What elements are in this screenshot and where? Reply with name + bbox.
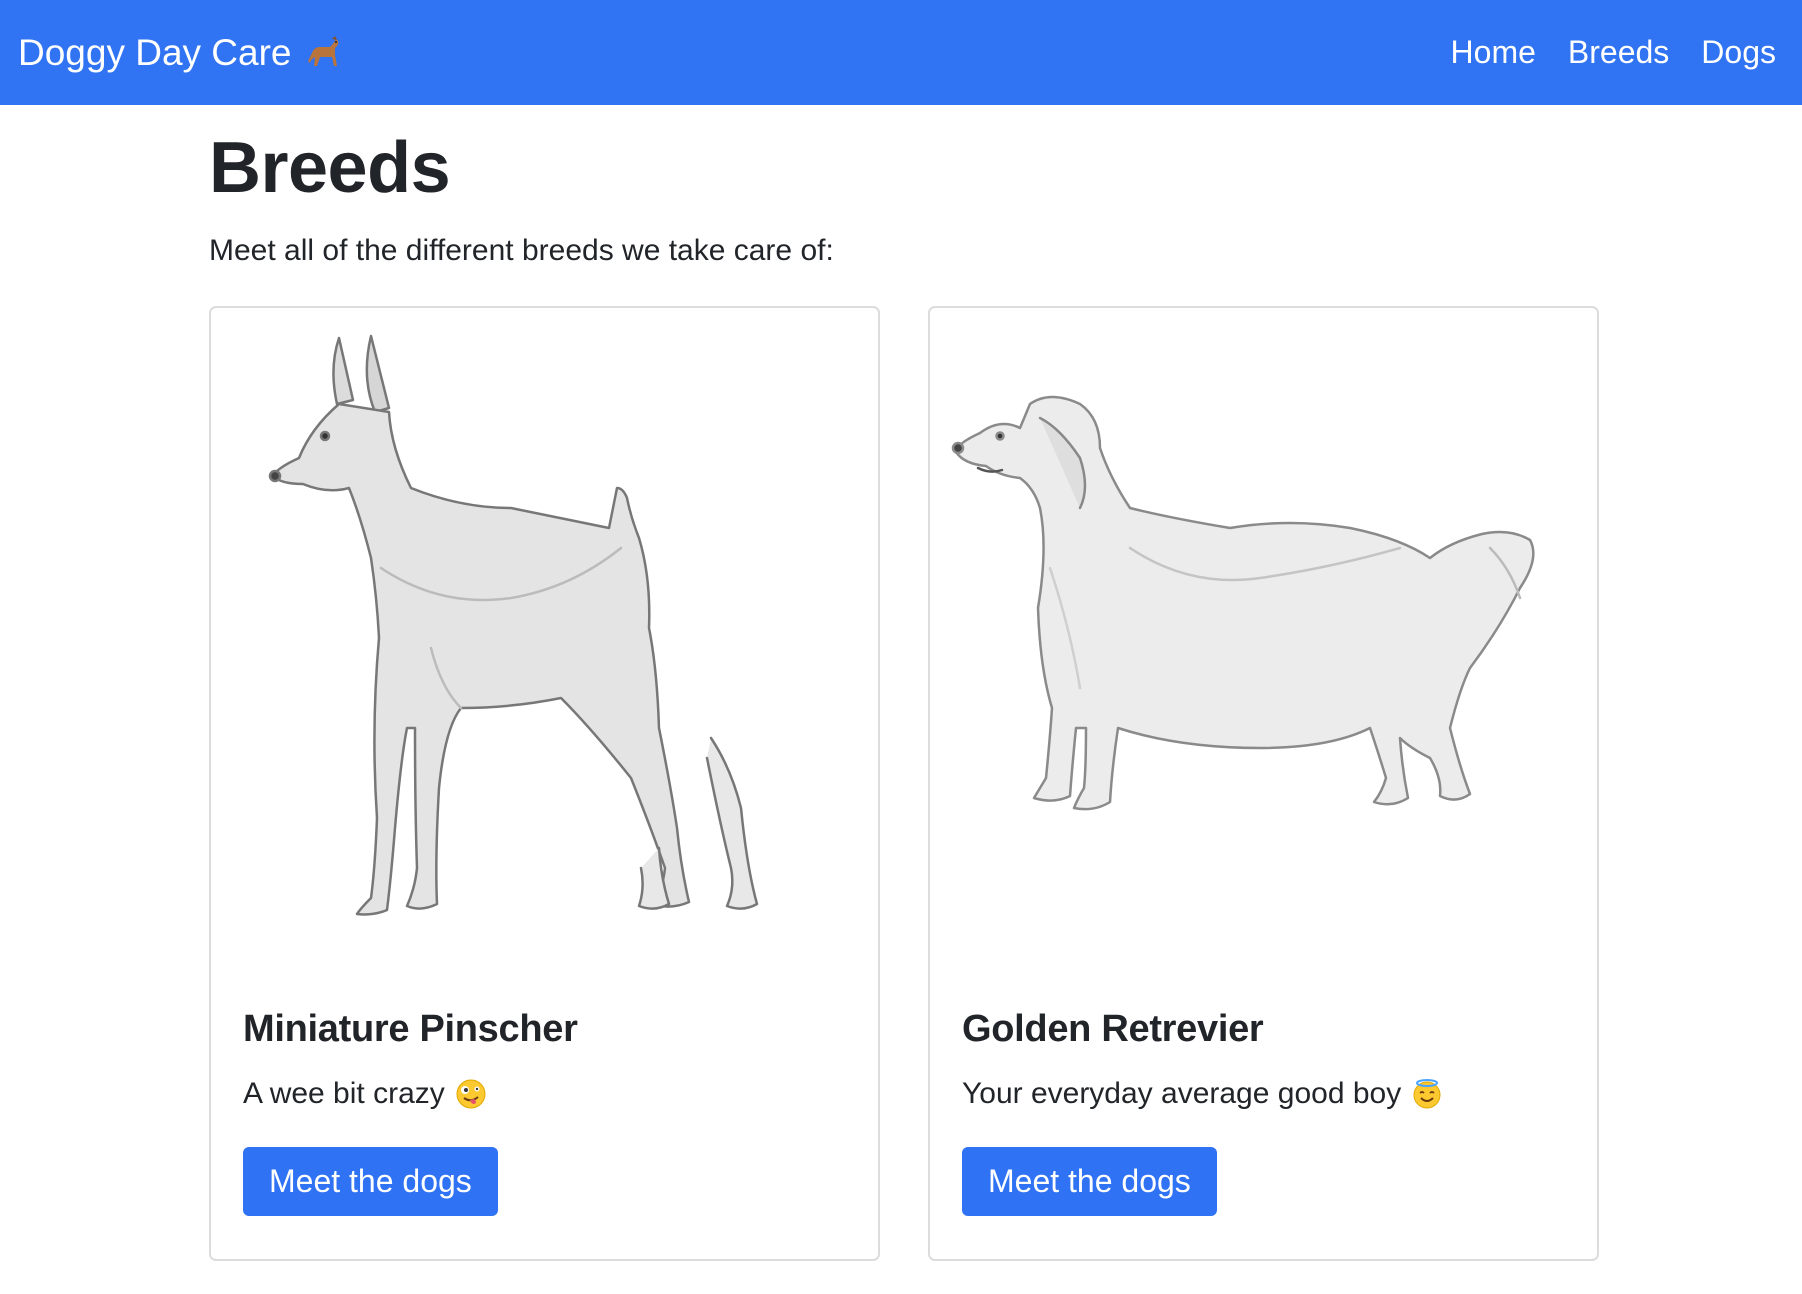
card-body: Golden Retrevier Your everyday average g…	[962, 1008, 1565, 1216]
golden-retriever-image	[951, 395, 1535, 811]
dog-emoji-icon	[307, 35, 338, 66]
breed-cards: Miniature Pinscher A wee bit crazy Meet …	[209, 306, 1599, 1261]
card-text: A wee bit crazy	[243, 1077, 846, 1111]
breed-card: Miniature Pinscher A wee bit crazy Meet …	[209, 306, 880, 1261]
nav-link-breeds[interactable]: Breeds	[1568, 34, 1669, 71]
card-title: Miniature Pinscher	[243, 1008, 578, 1050]
nav-link-home[interactable]: Home	[1451, 34, 1536, 71]
brand-name: Doggy Day Care	[18, 31, 292, 73]
page-lead: Meet all of the different breeds we take…	[209, 234, 834, 268]
card-text: Your everyday average good boy	[962, 1077, 1565, 1111]
card-title: Golden Retrevier	[962, 1008, 1264, 1050]
card-body: Miniature Pinscher A wee bit crazy Meet …	[243, 1008, 846, 1216]
halo-smile-emoji-icon	[1413, 1079, 1441, 1109]
zany-face-emoji-icon	[456, 1079, 486, 1109]
main-content: Breeds Meet all of the different breeds …	[209, 105, 1600, 1261]
page-title: Breeds	[209, 128, 451, 208]
miniature-pinscher-image	[268, 334, 759, 916]
breed-card: Golden Retrevier Your everyday average g…	[928, 306, 1599, 1261]
card-text-content: Your everyday average good boy	[962, 1077, 1402, 1110]
nav-links: Home Breeds Dogs	[1451, 34, 1776, 71]
brand-link[interactable]: Doggy Day Care	[18, 32, 342, 74]
nav-link-dogs[interactable]: Dogs	[1701, 34, 1776, 71]
meet-the-dogs-button[interactable]: Meet the dogs	[243, 1147, 498, 1216]
meet-the-dogs-button[interactable]: Meet the dogs	[962, 1147, 1217, 1216]
navbar: Doggy Day Care Home Breeds Dogs	[0, 0, 1802, 105]
card-text-content: A wee bit crazy	[243, 1077, 445, 1110]
